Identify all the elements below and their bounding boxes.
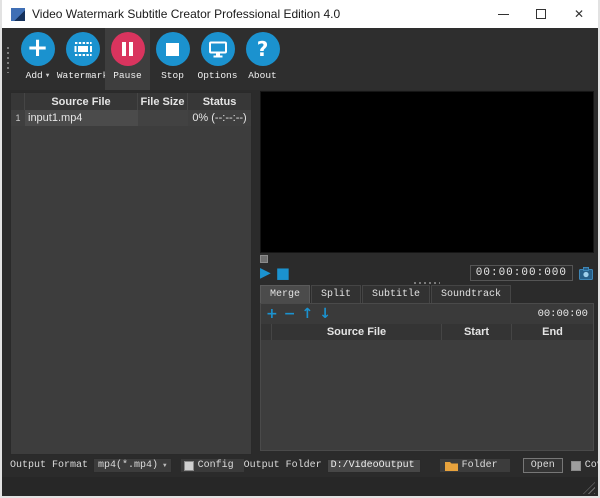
maximize-button[interactable] xyxy=(522,0,560,28)
monitor-icon xyxy=(201,32,235,66)
film-strip-icon xyxy=(66,32,100,66)
main-toolbar: + Add ▼ Watermark Pause Stop xyxy=(2,28,598,90)
folder-icon xyxy=(445,461,458,471)
merge-start-header: Start xyxy=(442,324,512,340)
watermark-button-label: Watermark xyxy=(57,70,108,81)
move-up-button[interactable]: ↑ xyxy=(301,307,313,321)
add-button[interactable]: + Add ▼ xyxy=(15,28,60,90)
app-window: Video Watermark Subtitle Creator Profess… xyxy=(0,0,600,498)
row-file-size xyxy=(138,110,188,126)
watermark-button[interactable]: Watermark xyxy=(60,28,105,90)
options-button-label: Options xyxy=(198,70,238,81)
row-number-header xyxy=(11,93,25,110)
stop-button[interactable]: Stop xyxy=(150,28,195,90)
tab-soundtrack[interactable]: Soundtrack xyxy=(431,285,511,303)
merge-table-header: Source File Start End xyxy=(261,324,593,340)
playback-time: 00:00:00:000 xyxy=(470,265,573,281)
window-title: Video Watermark Subtitle Creator Profess… xyxy=(32,7,484,21)
minimize-button[interactable] xyxy=(484,0,522,28)
add-dropdown-caret-icon: ▼ xyxy=(46,72,50,79)
pause-button-label: Pause xyxy=(113,70,142,81)
tab-split[interactable]: Split xyxy=(311,285,361,303)
coverage-checkbox[interactable] xyxy=(571,461,581,471)
about-button-label: About xyxy=(248,70,277,81)
stop-icon xyxy=(156,32,190,66)
source-file-table: Source File File Size Status 1 input1.mp… xyxy=(10,92,252,455)
close-icon: ✕ xyxy=(574,8,584,20)
video-preview xyxy=(260,91,594,253)
add-plus-icon: + xyxy=(21,32,55,66)
tab-bar: Merge Split Subtitle Soundtrack xyxy=(260,285,512,303)
output-folder-group: Output Folder D:/VideoOutput Folder Open… xyxy=(244,458,600,473)
merge-source-file-header: Source File xyxy=(272,324,442,340)
merge-panel: + − ↑ ↓ 00:00:00 Source File Start End xyxy=(260,303,594,451)
open-button[interactable]: Open xyxy=(523,458,563,473)
output-format-value: mp4(*.mp4) xyxy=(98,460,158,471)
bottom-bar: Output Format mp4(*.mp4) ▼ Config Output… xyxy=(2,456,598,475)
config-checkbox[interactable] xyxy=(184,461,194,471)
panel-splitter-handle[interactable] xyxy=(414,282,440,284)
add-row-button[interactable]: + xyxy=(266,307,278,321)
snapshot-icon xyxy=(579,267,593,280)
resize-grip[interactable] xyxy=(583,482,595,494)
output-format-dropdown[interactable]: mp4(*.mp4) ▼ xyxy=(93,458,172,473)
tab-merge[interactable]: Merge xyxy=(260,285,310,303)
move-down-button[interactable]: ↓ xyxy=(319,307,331,321)
coverage-toggle[interactable]: Coverage xyxy=(571,460,600,471)
pause-button[interactable]: Pause xyxy=(105,28,150,90)
config-toggle[interactable]: Config xyxy=(181,459,244,472)
player-controls: ▶ ■ 00:00:00:000 xyxy=(260,264,594,282)
play-button[interactable]: ▶ xyxy=(260,266,271,280)
row-source-file: input1.mp4 xyxy=(25,110,138,126)
minimize-icon xyxy=(498,14,509,15)
question-mark-icon: ? xyxy=(246,32,280,66)
output-folder-input[interactable]: D:/VideoOutput xyxy=(327,459,421,473)
stop-button-label: Stop xyxy=(161,70,184,81)
maximize-icon xyxy=(536,9,546,19)
about-button[interactable]: ? About xyxy=(240,28,285,90)
config-label: Config xyxy=(198,460,234,471)
pause-icon xyxy=(111,32,145,66)
options-button[interactable]: Options xyxy=(195,28,240,90)
output-format-label: Output Format xyxy=(10,460,88,471)
status-strip xyxy=(2,477,598,496)
merge-row-number-header xyxy=(261,324,272,340)
merge-toolbar: + − ↑ ↓ 00:00:00 xyxy=(261,304,593,324)
table-row[interactable]: 1 input1.mp4 0% (--:--:--) xyxy=(11,110,251,126)
snapshot-button[interactable] xyxy=(578,266,593,280)
titlebar: Video Watermark Subtitle Creator Profess… xyxy=(2,0,598,28)
output-folder-label: Output Folder xyxy=(244,460,322,471)
seek-slider-thumb[interactable] xyxy=(260,255,268,263)
row-number: 1 xyxy=(11,110,25,126)
status-column-header: Status xyxy=(188,93,251,110)
merge-total-time: 00:00:00 xyxy=(538,308,588,320)
source-file-table-header: Source File File Size Status xyxy=(11,93,251,110)
close-button[interactable]: ✕ xyxy=(560,0,598,28)
folder-browse-button[interactable]: Folder xyxy=(440,459,510,472)
tab-subtitle[interactable]: Subtitle xyxy=(362,285,430,303)
source-file-column-header: Source File xyxy=(25,93,138,110)
folder-button-label: Folder xyxy=(462,460,498,471)
toolbar-grip-handle[interactable] xyxy=(7,47,9,73)
row-status: 0% (--:--:--) xyxy=(188,110,251,126)
seek-slider[interactable] xyxy=(260,255,594,263)
merge-table-body xyxy=(261,340,593,450)
stop-playback-button[interactable]: ■ xyxy=(276,266,290,281)
app-icon xyxy=(11,8,25,21)
file-size-column-header: File Size xyxy=(138,93,188,110)
add-button-label: Add xyxy=(26,70,43,81)
merge-end-header: End xyxy=(512,324,593,340)
coverage-label: Coverage xyxy=(585,460,600,471)
dropdown-caret-icon: ▼ xyxy=(163,462,167,469)
remove-row-button[interactable]: − xyxy=(284,307,296,321)
